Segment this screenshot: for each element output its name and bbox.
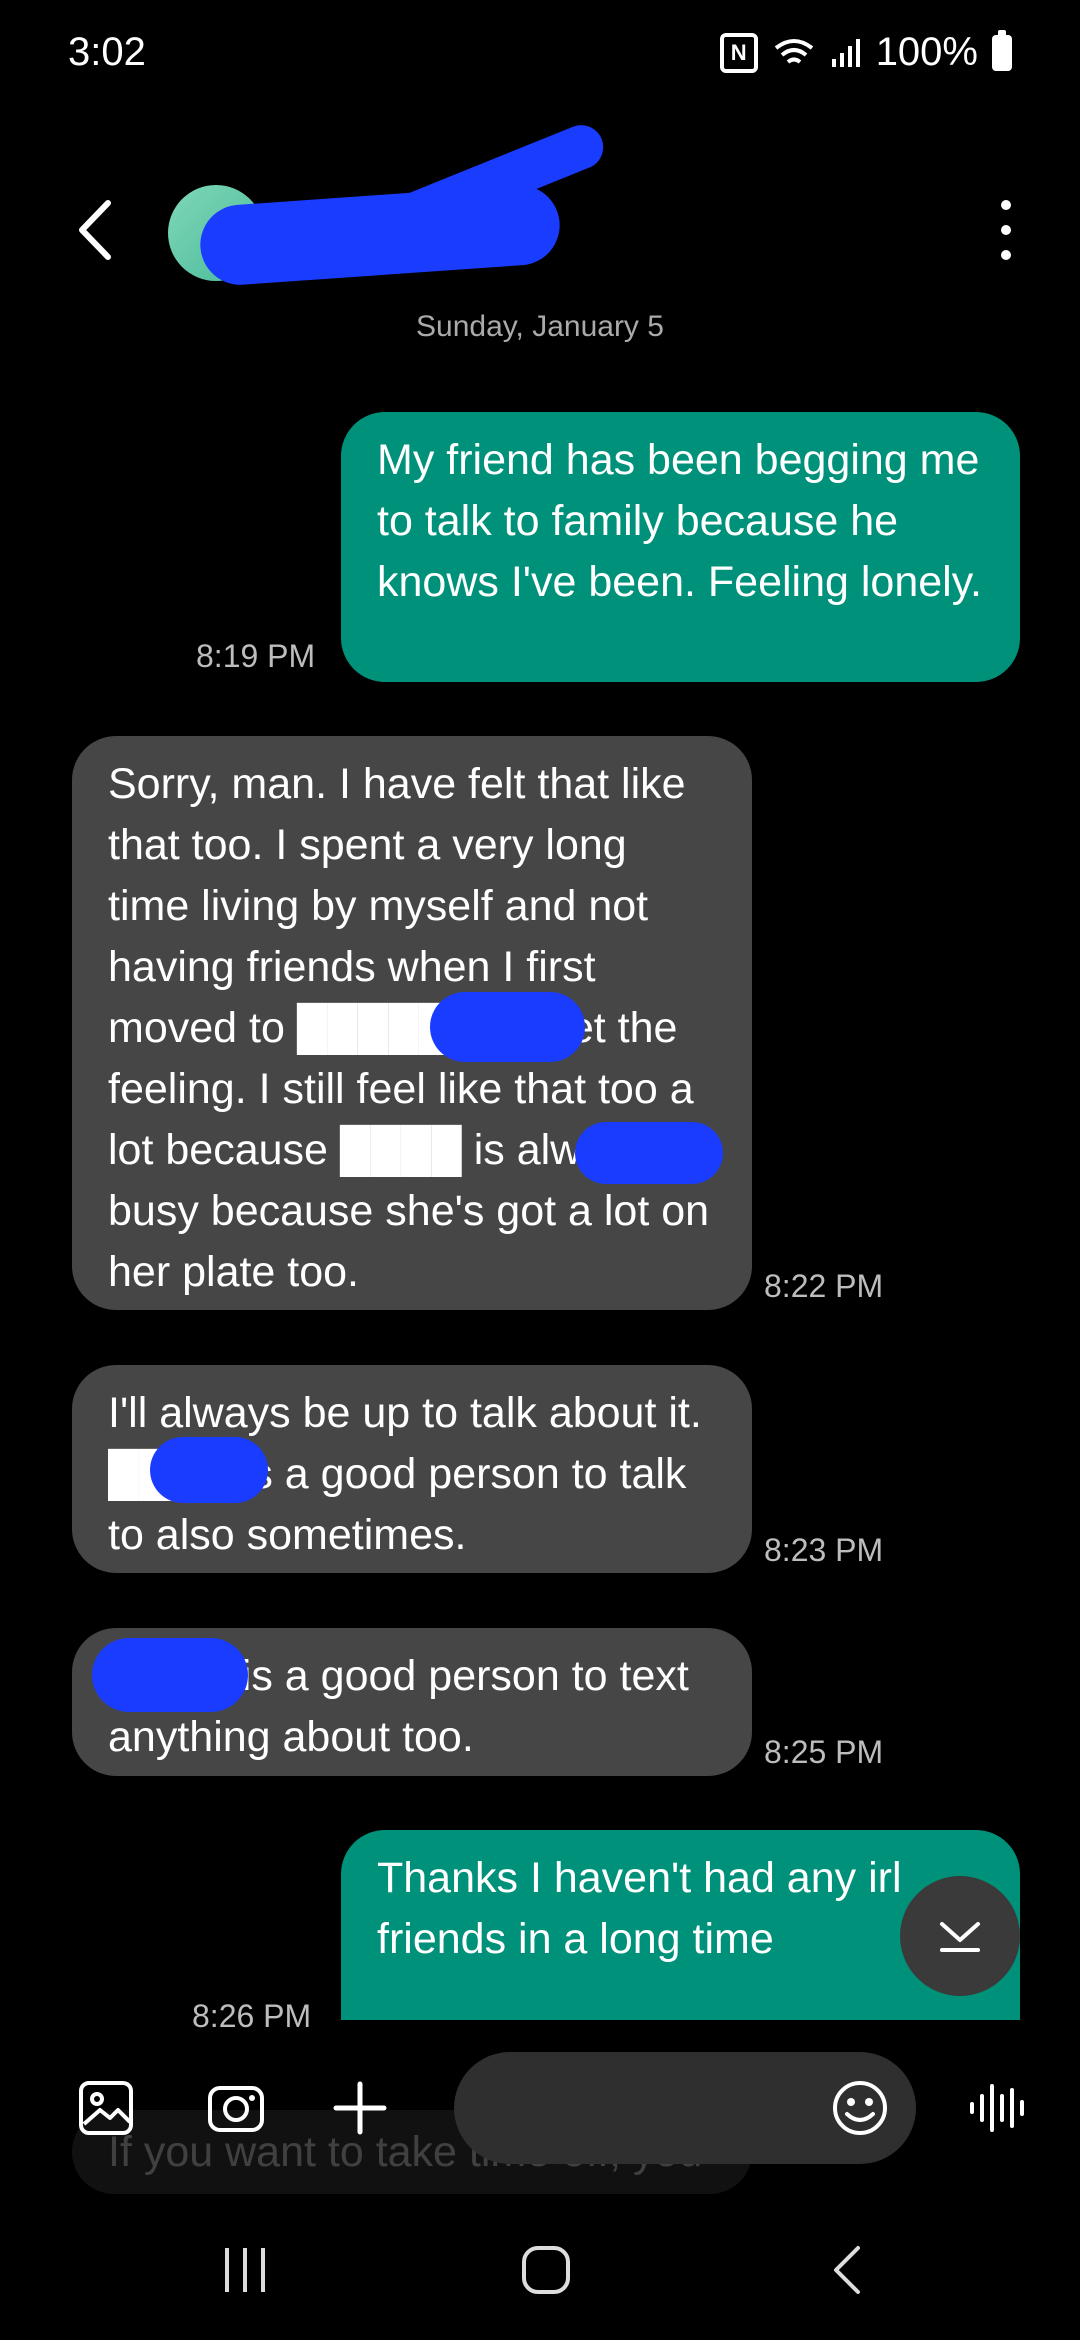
redaction-mark xyxy=(92,1638,248,1712)
redaction-mark xyxy=(150,1437,268,1503)
nfc-icon: N xyxy=(719,32,758,73)
wifi-icon xyxy=(774,38,813,64)
message-time: 8:25 PM xyxy=(764,1734,884,1770)
redaction-mark xyxy=(575,1122,723,1184)
system-back-button[interactable] xyxy=(818,2240,878,2300)
message-time: 8:19 PM xyxy=(196,638,316,674)
recent-apps-button[interactable] xyxy=(215,2240,275,2300)
signal-icon xyxy=(831,38,860,67)
status-time: 3:02 xyxy=(68,30,146,74)
more-options-button[interactable] xyxy=(988,200,1024,260)
redaction-mark xyxy=(430,992,585,1062)
plus-icon[interactable] xyxy=(330,2078,390,2138)
camera-icon[interactable] xyxy=(206,2078,266,2138)
emoji-icon[interactable] xyxy=(830,2078,890,2138)
chevron-down-icon xyxy=(940,1922,980,1952)
battery-percent: 100% xyxy=(875,30,978,74)
back-button[interactable] xyxy=(70,195,120,265)
message-time: 8:23 PM xyxy=(764,1532,884,1568)
message-bubble-received[interactable]: Sorry, man. I have felt that like that t… xyxy=(72,736,752,1310)
message-time: 8:22 PM xyxy=(764,1268,884,1304)
gallery-icon[interactable] xyxy=(76,2078,136,2138)
message-time: 8:26 PM xyxy=(192,1998,312,2028)
message-bubble-sent[interactable]: My friend has been begging me to talk to… xyxy=(341,412,1020,682)
scroll-to-bottom-button[interactable] xyxy=(900,1876,1020,1996)
voice-icon[interactable] xyxy=(966,2078,1026,2138)
status-icons: N 100% xyxy=(719,29,1012,75)
home-button[interactable] xyxy=(516,2240,576,2300)
date-separator: Sunday, January 5 xyxy=(416,310,664,343)
battery-icon xyxy=(992,29,1012,71)
